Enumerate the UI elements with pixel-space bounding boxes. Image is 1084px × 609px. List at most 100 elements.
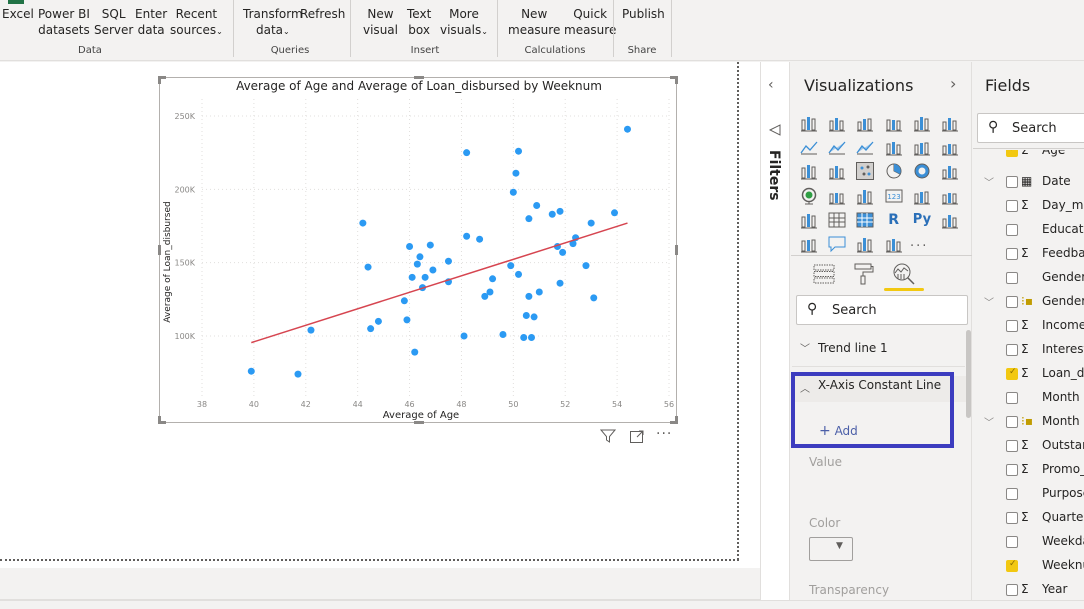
field-checkbox[interactable] — [1006, 536, 1018, 548]
line-and-stacked-column-icon[interactable] — [885, 138, 903, 156]
map-icon[interactable] — [800, 187, 818, 205]
trend-line-section[interactable]: ﹀ Trend line 1 — [792, 340, 967, 360]
field-checkbox[interactable] — [1006, 224, 1018, 236]
field-item[interactable]: Σ Promo_ — [984, 462, 1084, 480]
format-tab[interactable] — [853, 263, 875, 289]
field-item[interactable]: Σ Loan_disbursed — [984, 366, 1084, 384]
ribbon-chart-icon[interactable] — [941, 138, 959, 156]
filters-pane-collapsed[interactable] — [760, 62, 790, 600]
visualizations-search-input[interactable]: ⚲ Search — [796, 295, 968, 325]
100-stacked-column-chart-icon[interactable] — [941, 114, 959, 132]
filled-map-icon[interactable] — [828, 187, 846, 205]
kpi-icon[interactable] — [941, 187, 959, 205]
clustered-column-chart-icon[interactable] — [885, 114, 903, 132]
python-visual-icon[interactable]: Py — [913, 211, 931, 229]
field-item[interactable]: Σ Day_month — [984, 198, 1084, 216]
filter-icon[interactable] — [599, 428, 617, 448]
treemap-icon[interactable] — [941, 162, 959, 180]
sql-server-button[interactable]: SQL Server — [94, 6, 133, 38]
field-checkbox[interactable] — [1006, 176, 1018, 188]
field-item[interactable]: ﹀ ⁝▪ Gender Hierarchy — [984, 294, 1084, 312]
refresh-button[interactable]: Refresh — [300, 6, 345, 22]
100-stacked-bar-chart-icon[interactable] — [913, 114, 931, 132]
new-measure-button[interactable]: New measure — [508, 6, 560, 38]
chevron-left-icon[interactable]: ‹ — [768, 77, 774, 93]
pie-chart-icon[interactable] — [885, 162, 903, 180]
color-picker-dropdown[interactable]: ▼ — [809, 537, 853, 561]
chevron-right-icon[interactable]: › — [950, 74, 956, 93]
field-checkbox[interactable] — [1006, 559, 1018, 572]
field-checkbox[interactable] — [1006, 320, 1018, 332]
paginated-report-icon[interactable] — [885, 235, 903, 253]
field-item[interactable]: Σ Interest_rate — [984, 342, 1084, 360]
field-item[interactable]: Σ Feedback — [984, 246, 1084, 264]
stacked-area-chart-icon[interactable] — [856, 138, 874, 156]
table-icon[interactable] — [828, 211, 846, 229]
more-visuals-icon[interactable]: ... — [910, 235, 928, 250]
field-checkbox[interactable] — [1006, 272, 1018, 284]
field-checkbox[interactable] — [1006, 488, 1018, 500]
field-item[interactable]: ﹀ ▦ Date — [984, 174, 1084, 192]
field-item[interactable]: Σ Quarter — [984, 510, 1084, 528]
field-checkbox[interactable] — [1006, 416, 1018, 428]
more-visuals-button[interactable]: More visuals⌄ — [440, 6, 488, 40]
field-checkbox[interactable] — [1006, 248, 1018, 260]
donut-chart-icon[interactable] — [913, 162, 931, 180]
smart-narrative-icon[interactable] — [856, 235, 874, 253]
recent-sources-button[interactable]: Recent sources⌄ — [170, 6, 223, 40]
chevron-down-icon[interactable]: ﹀ — [984, 414, 994, 429]
gauge-icon[interactable] — [856, 187, 874, 205]
field-item[interactable]: Σ Outstanding — [984, 438, 1084, 456]
waterfall-chart-icon[interactable] — [800, 162, 818, 180]
field-item[interactable]: ﹀ ⁝▪ Month Hierarchy — [984, 414, 1084, 432]
field-item[interactable]: Gender — [984, 270, 1084, 288]
slicer-icon[interactable] — [800, 211, 818, 229]
clustered-bar-chart-icon[interactable] — [856, 114, 874, 132]
power-bi-datasets-button[interactable]: Power BI datasets — [38, 6, 90, 38]
multi-row-card-icon[interactable] — [913, 187, 931, 205]
matrix-icon[interactable] — [856, 211, 874, 229]
scatter-chart-icon[interactable] — [856, 162, 875, 181]
new-visual-button[interactable]: New visual — [363, 6, 398, 38]
chevron-down-icon[interactable]: ﹀ — [984, 174, 994, 189]
publish-button[interactable]: Publish — [622, 6, 665, 22]
r-script-visual-icon[interactable]: R — [885, 211, 903, 229]
focus-mode-icon[interactable] — [629, 428, 645, 448]
field-checkbox[interactable] — [1006, 584, 1018, 596]
enter-data-button[interactable]: Enter data — [135, 6, 167, 38]
stacked-column-chart-icon[interactable] — [828, 114, 846, 132]
field-checkbox[interactable] — [1006, 512, 1018, 524]
field-checkbox[interactable] — [1006, 200, 1018, 212]
filters-label[interactable]: Filters — [766, 150, 782, 201]
more-options-icon[interactable]: ··· — [656, 426, 672, 442]
field-item[interactable]: Weeknum — [984, 558, 1084, 576]
scrollbar[interactable] — [966, 330, 971, 418]
funnel-icon[interactable] — [828, 162, 846, 180]
field-checkbox[interactable] — [1006, 464, 1018, 476]
quick-measure-button[interactable]: Quick measure — [564, 6, 616, 38]
fields-tab[interactable] — [813, 264, 835, 288]
line-chart-icon[interactable] — [800, 138, 818, 156]
transform-data-button[interactable]: Transform data⌄ — [243, 6, 303, 40]
text-box-button[interactable]: Text box — [407, 6, 431, 38]
field-checkbox[interactable] — [1006, 344, 1018, 356]
fields-search-input[interactable]: ⚲ Search — [977, 113, 1084, 143]
qa-icon[interactable] — [828, 235, 846, 253]
card-icon[interactable]: 123 — [885, 187, 903, 205]
field-checkbox[interactable] — [1006, 296, 1018, 308]
key-influencers-icon[interactable] — [941, 211, 959, 229]
analytics-tab[interactable] — [892, 262, 916, 290]
field-item[interactable]: Σ Year — [984, 582, 1084, 600]
decomposition-tree-icon[interactable] — [800, 235, 818, 253]
field-checkbox[interactable] — [1006, 367, 1018, 380]
field-item[interactable]: Month — [984, 390, 1084, 408]
field-checkbox[interactable] — [1006, 392, 1018, 404]
field-item[interactable]: Weekday — [984, 534, 1084, 552]
line-and-clustered-column-icon[interactable] — [913, 138, 931, 156]
field-item[interactable]: Education — [984, 222, 1084, 240]
chevron-down-icon[interactable]: ﹀ — [984, 294, 994, 309]
field-item[interactable]: Purpose — [984, 486, 1084, 504]
excel-button[interactable]: Excel — [2, 6, 34, 22]
stacked-bar-chart-icon[interactable] — [800, 114, 818, 132]
field-checkbox[interactable] — [1006, 440, 1018, 452]
